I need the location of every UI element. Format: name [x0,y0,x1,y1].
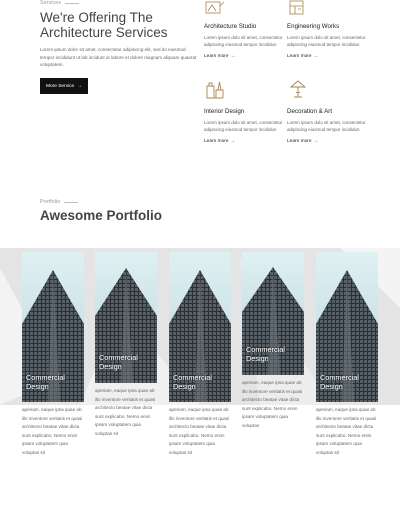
learn-more-label: Learn more [204,138,229,144]
portfolio-eyebrow-label: Portfolio [40,199,61,205]
services-eyebrow-label: Services [40,0,62,6]
learn-more-label: Learn more [287,53,312,59]
service-architecture-studio: Architecture Studio Lorem ipsum dolo sit… [204,0,284,59]
services-eyebrow: Services [40,0,80,6]
portfolio-title: Awesome Portfolio [40,208,163,223]
service-text: Lorem ipsum dolo sit amet, consectetur a… [204,35,283,48]
card-text: aperiam, eaque ipsa quae ab illo invento… [316,407,377,455]
eyebrow-line [64,201,79,203]
eyebrow-line [65,2,80,4]
card-title-line1: Commercial [99,353,138,362]
learn-more-link[interactable]: Learn more → [287,54,367,59]
service-interior-design: Interior Design Lorem ipsum dolo sit ame… [204,78,284,144]
card-title: Commercial Design [26,373,65,391]
arrow-right-icon: → [313,138,319,144]
interior-design-icon [206,81,224,99]
service-title: Decoration & Art [287,108,333,115]
arrow-right-icon: → [230,53,236,59]
card-title: Commercial Design [246,345,285,363]
card-title-line2: Design [320,382,343,391]
card-text: aperiam, eaque ipsa quae ab illo invento… [95,388,156,436]
architecture-studio-icon [205,1,225,14]
service-title: Interior Design [204,108,245,115]
more-service-label: More Service [45,83,75,89]
card-title-line2: Design [26,382,49,391]
hero-text: Lorem ipsum dolor sit amet, consectetur … [40,47,197,68]
service-decoration-art: Decoration & Art Lorem ipsum dolo sit am… [287,78,367,144]
card-title-line1: Commercial [320,373,359,382]
engineering-works-icon [289,0,304,15]
card-text: aperiam, eaque ipsa quae ab illo invento… [169,407,230,455]
arrow-right-icon: → [77,83,83,89]
learn-more-label: Learn more [287,138,312,144]
arrow-right-icon: → [313,53,319,59]
service-engineering-works: Engineering Works Lorem ipsum dolo sit a… [287,0,367,59]
card-title-line2: Design [173,382,196,391]
learn-more-link[interactable]: Learn more → [287,139,367,144]
portfolio-eyebrow: Portfolio [40,199,79,205]
service-title: Architecture Studio [204,23,257,30]
card-title-line1: Commercial [246,345,285,354]
more-service-button[interactable]: More Service → [40,78,88,94]
card-title: Commercial Design [99,353,138,371]
learn-more-label: Learn more [204,53,229,59]
card-text: aperiam, eaque ipsa quae ab illo invento… [242,380,303,428]
hero-title: We're Offering The Architecture Services [40,10,168,40]
card-title: Commercial Design [320,373,359,391]
card-title-line1: Commercial [173,373,212,382]
card-title-line1: Commercial [26,373,65,382]
learn-more-link[interactable]: Learn more → [204,139,284,144]
card-title: Commercial Design [173,373,212,391]
card-text: aperiam, eaque ipsa quae ab illo invento… [22,407,83,455]
service-title: Engineering Works [287,23,340,30]
decoration-art-icon [289,80,307,98]
service-text: Lorem ipsum dolo sit amet, consectetur a… [287,120,366,133]
card-title-line2: Design [246,354,269,363]
card-title-line2: Design [99,362,122,371]
service-text: Lorem ipsum dolo sit amet, consectetur a… [287,35,366,48]
learn-more-link[interactable]: Learn more → [204,54,284,59]
arrow-right-icon: → [230,138,236,144]
service-text: Lorem ipsum dolo sit amet, consectetur a… [204,120,283,133]
